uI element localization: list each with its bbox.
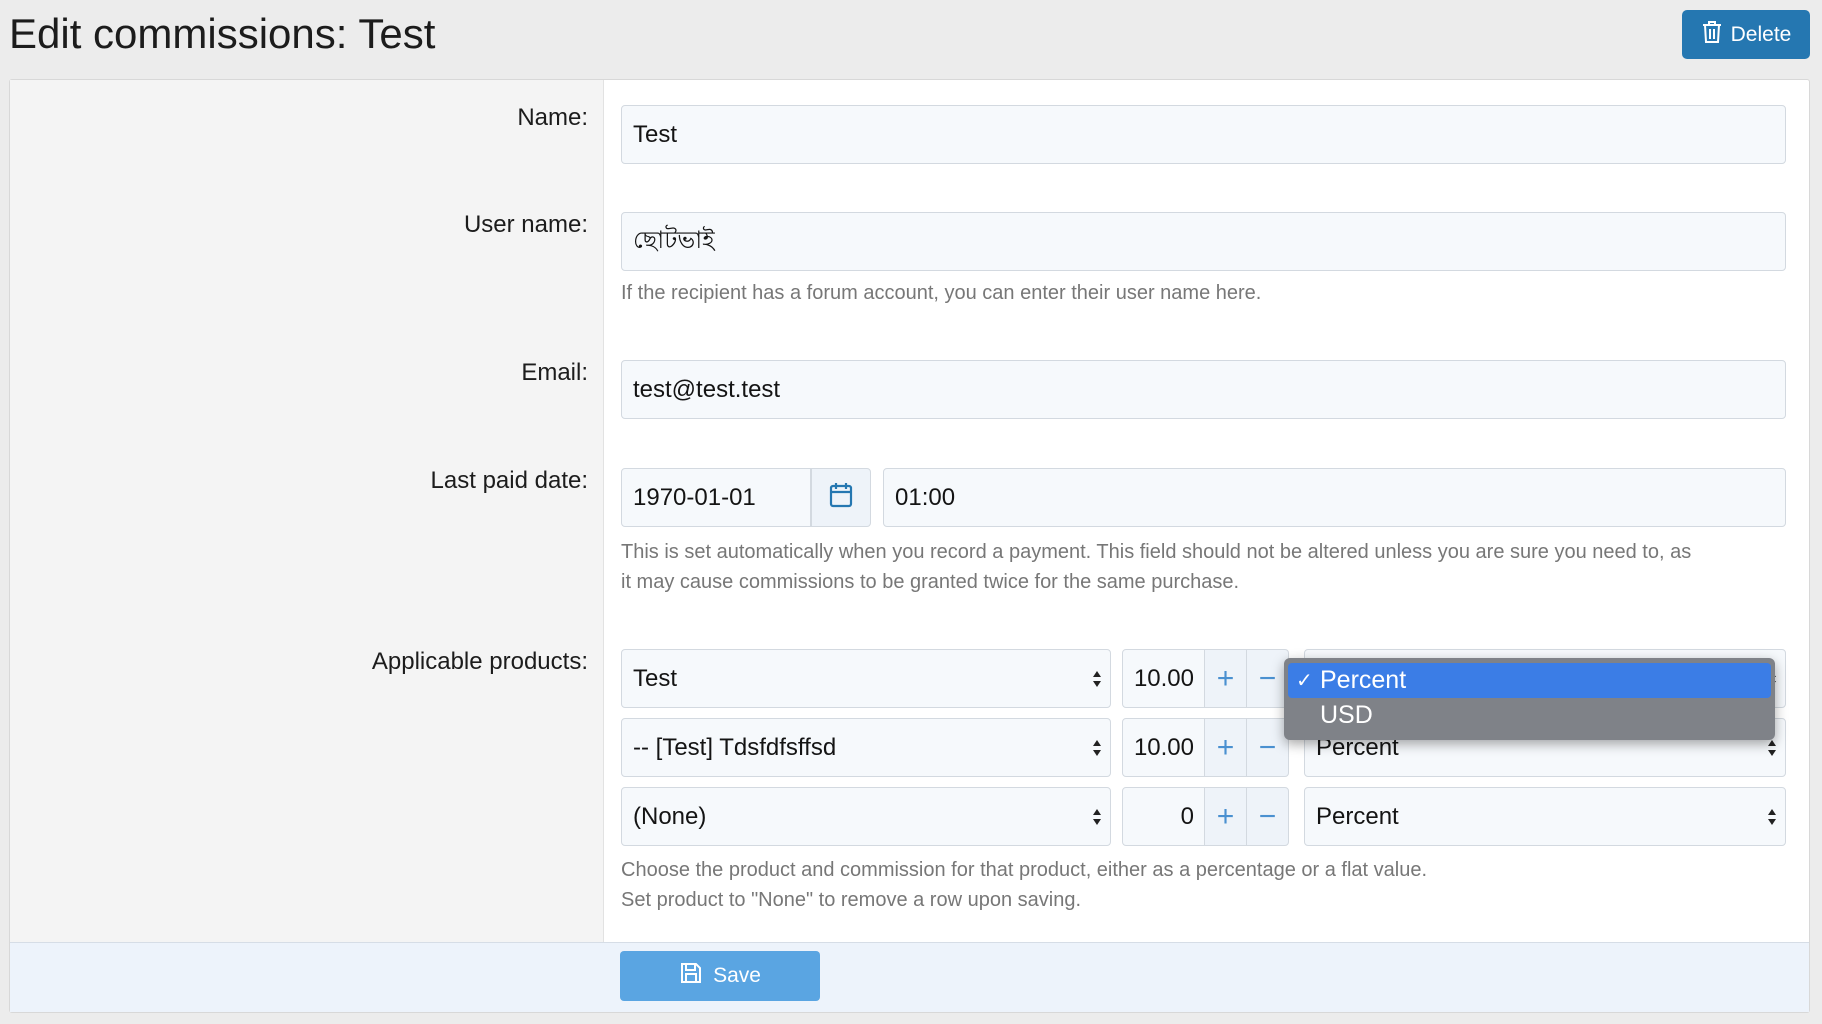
calendar-icon: [829, 482, 853, 513]
dropdown-option-label: USD: [1320, 701, 1373, 729]
plus-icon: +: [1216, 661, 1235, 695]
product-select-3[interactable]: (None): [621, 787, 1111, 846]
increment-button-1[interactable]: +: [1204, 649, 1247, 708]
plus-icon: +: [1216, 730, 1235, 764]
user-name-label: User name:: [463, 211, 588, 238]
name-label: Name:: [517, 104, 588, 131]
increment-button-3[interactable]: +: [1204, 787, 1247, 846]
product-select-2[interactable]: -- [Test] Tdsfdfsffsd: [621, 718, 1111, 777]
decrement-button-1[interactable]: −: [1246, 649, 1289, 708]
user-name-hint: If the recipient has a forum account, yo…: [621, 282, 1262, 304]
date-input[interactable]: 1970-01-01: [621, 468, 811, 527]
decrement-button-2[interactable]: −: [1246, 718, 1289, 777]
type-select-3[interactable]: Percent: [1304, 787, 1786, 846]
minus-icon: −: [1258, 799, 1277, 833]
trash-icon: [1701, 20, 1723, 50]
amount-input-2[interactable]: 10.00: [1122, 718, 1205, 777]
user-name-input[interactable]: ছোটভাই: [621, 212, 1786, 271]
amount-input-1[interactable]: 10.00: [1122, 649, 1205, 708]
select-arrows-icon: [1093, 670, 1101, 687]
save-button-label: Save: [713, 964, 761, 987]
dropdown-option-usd[interactable]: USD: [1288, 698, 1771, 733]
decrement-button-3[interactable]: −: [1246, 787, 1289, 846]
last-paid-hint-1: This is set automatically when you recor…: [621, 541, 1692, 563]
product-select-1[interactable]: Test: [621, 649, 1111, 708]
product-select-3-value: (None): [633, 802, 707, 830]
products-hint-1: Choose the product and commission for th…: [621, 859, 1428, 881]
type-select-3-value: Percent: [1316, 802, 1399, 830]
minus-icon: −: [1258, 661, 1277, 695]
delete-button-label: Delete: [1730, 22, 1792, 46]
type-dropdown-menu: ✓ Percent USD: [1284, 658, 1775, 740]
dropdown-option-label: Percent: [1320, 666, 1407, 694]
amount-input-3[interactable]: 0: [1122, 787, 1205, 846]
email-input[interactable]: test@test.test: [621, 360, 1786, 419]
calendar-button[interactable]: [811, 468, 871, 527]
products-label: Applicable products:: [371, 648, 588, 675]
product-select-1-value: Test: [633, 664, 678, 692]
products-hint-2: Set product to "None" to remove a row up…: [621, 889, 1082, 911]
page-title: Edit commissions: Test: [9, 10, 436, 57]
checkmark-icon: ✓: [1296, 670, 1313, 692]
time-input[interactable]: 01:00: [883, 468, 1786, 527]
commission-form: Name: Test User name: ছোটভাই If the reci…: [9, 79, 1810, 1013]
email-label: Email:: [521, 359, 588, 386]
page-header: Edit commissions: Test Delete: [0, 0, 1822, 78]
select-arrows-icon: [1768, 739, 1776, 756]
last-paid-label: Last paid date:: [430, 467, 588, 494]
label-column: [10, 80, 604, 942]
save-icon: [679, 961, 703, 991]
minus-icon: −: [1258, 730, 1277, 764]
increment-button-2[interactable]: +: [1204, 718, 1247, 777]
dropdown-option-percent[interactable]: ✓ Percent: [1288, 663, 1771, 698]
form-footer: [10, 942, 1809, 1012]
product-select-2-value: -- [Test] Tdsfdfsffsd: [633, 733, 837, 761]
name-input[interactable]: Test: [621, 105, 1786, 164]
select-arrows-icon: [1093, 808, 1101, 825]
last-paid-hint-2: it may cause commissions to be granted t…: [621, 571, 1240, 593]
select-arrows-icon: [1093, 739, 1101, 756]
delete-button[interactable]: Delete: [1682, 10, 1810, 59]
save-button[interactable]: Save: [620, 951, 820, 1001]
select-arrows-icon: [1768, 808, 1776, 825]
plus-icon: +: [1216, 799, 1235, 833]
